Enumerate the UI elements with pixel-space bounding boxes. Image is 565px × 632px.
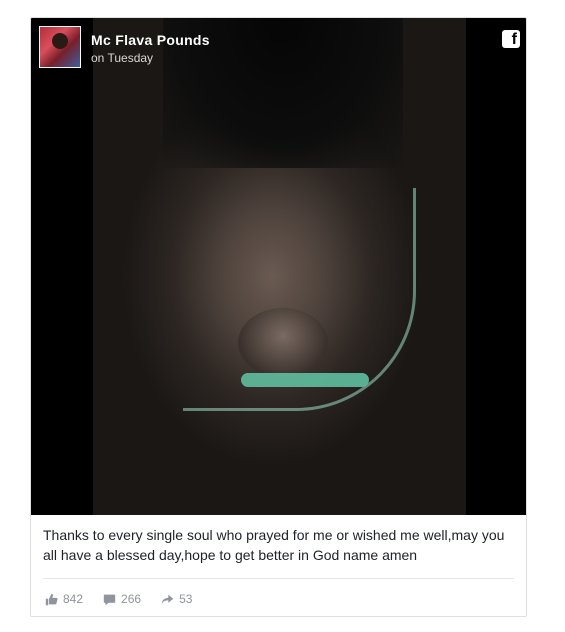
photo-nasal-cannula	[241, 373, 369, 387]
facebook-post-embed: Mc Flava Pounds on Tuesday f Thanks to e…	[30, 17, 527, 617]
author-name[interactable]: Mc Flava Pounds	[91, 32, 210, 48]
post-photo-frame[interactable]: Mc Flava Pounds on Tuesday f	[31, 18, 526, 515]
divider	[43, 578, 514, 579]
comment-bubble-icon	[103, 594, 116, 605]
post-caption: Thanks to every single soul who prayed f…	[43, 527, 505, 563]
share-arrow-icon	[161, 594, 174, 604]
comments-stat[interactable]: 266	[103, 592, 141, 606]
likes-stat[interactable]: 842	[45, 592, 83, 606]
shares-stat[interactable]: 53	[161, 592, 192, 606]
post-stats: 842 266 53	[45, 591, 212, 607]
likes-count: 842	[63, 592, 84, 606]
facebook-icon[interactable]: f	[502, 30, 520, 48]
shares-count: 53	[179, 592, 193, 606]
thumbs-up-icon	[45, 593, 58, 605]
author-avatar[interactable]	[39, 26, 81, 68]
post-photo[interactable]	[93, 18, 466, 515]
comments-count: 266	[121, 592, 142, 606]
post-header: Mc Flava Pounds on Tuesday f	[39, 26, 520, 70]
post-timestamp[interactable]: on Tuesday	[91, 51, 153, 65]
